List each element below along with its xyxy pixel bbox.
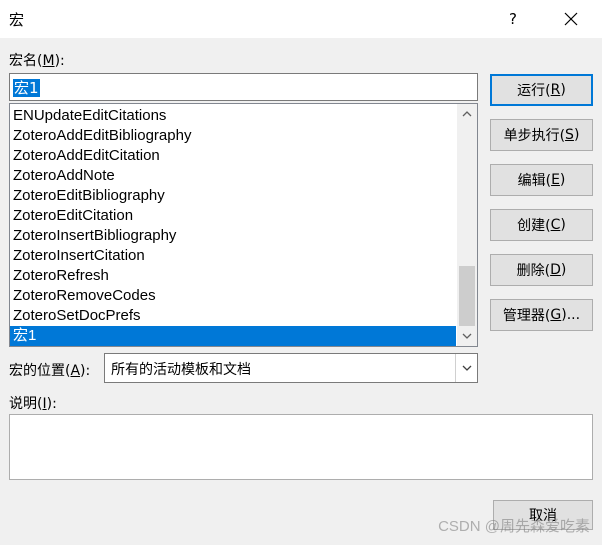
scroll-thumb[interactable] [459,266,475,326]
macro-list-item[interactable]: ENUpdateEditCitations [10,106,456,126]
macro-list[interactable]: ENUpdateEditCitations ZoteroAddEditBiblio… [9,103,478,347]
window-title: 宏 [9,11,25,29]
macros-in-dropdown-button[interactable] [455,354,477,382]
title-bar: 宏 ? [0,0,602,38]
macro-list-item[interactable]: ZoteroEditBibliography [10,186,456,206]
macro-list-item[interactable]: ZoteroAddEditCitation [10,146,456,166]
macros-in-select[interactable]: 所有的活动模板和文档 [104,353,478,383]
list-scrollbar[interactable] [457,104,477,346]
macro-list-item[interactable]: ZoteroAddEditBibliography [10,126,456,146]
macro-list-items: ENUpdateEditCitations ZoteroAddEditBiblio… [10,106,456,346]
macro-name-input[interactable]: 宏1 [9,73,478,101]
close-button[interactable] [552,4,590,34]
edit-button[interactable]: 编辑(E) [490,164,593,196]
macro-list-item[interactable]: 宏1 [10,326,456,346]
step-into-button[interactable]: 单步执行(S) [490,119,593,151]
watermark: CSDN @周先森爱吃素 [438,518,590,535]
macros-in-value: 所有的活动模板和文档 [111,362,251,378]
scroll-down-button[interactable] [457,326,477,346]
macro-list-item[interactable]: ZoteroSetDocPrefs [10,306,456,326]
macros-in-label: 宏的位置(A): [9,363,91,379]
macro-list-item[interactable]: ZoteroInsertBibliography [10,226,456,246]
close-icon [564,12,578,26]
macro-list-item[interactable]: ZoteroInsertCitation [10,246,456,266]
description-label: 说明(I): [9,396,57,412]
macro-list-item[interactable]: ZoteroEditCitation [10,206,456,226]
macro-list-item[interactable]: ZoteroRefresh [10,266,456,286]
delete-button[interactable]: 删除(D) [490,254,593,286]
create-button[interactable]: 创建(C) [490,209,593,241]
scroll-up-button[interactable] [457,104,477,124]
macro-name-label: 宏名(M): [9,53,65,69]
macro-list-item[interactable]: ZoteroRemoveCodes [10,286,456,306]
chevron-up-icon [462,111,472,117]
run-button[interactable]: 运行(R) [490,74,593,106]
chevron-down-icon [462,333,472,339]
chevron-down-icon [462,365,471,371]
help-icon: ? [509,10,517,28]
help-button[interactable]: ? [494,4,532,34]
macro-name-value: 宏1 [13,79,40,97]
organizer-button[interactable]: 管理器(G)... [490,299,593,331]
description-field[interactable] [9,414,593,480]
macro-list-item[interactable]: ZoteroAddNote [10,166,456,186]
